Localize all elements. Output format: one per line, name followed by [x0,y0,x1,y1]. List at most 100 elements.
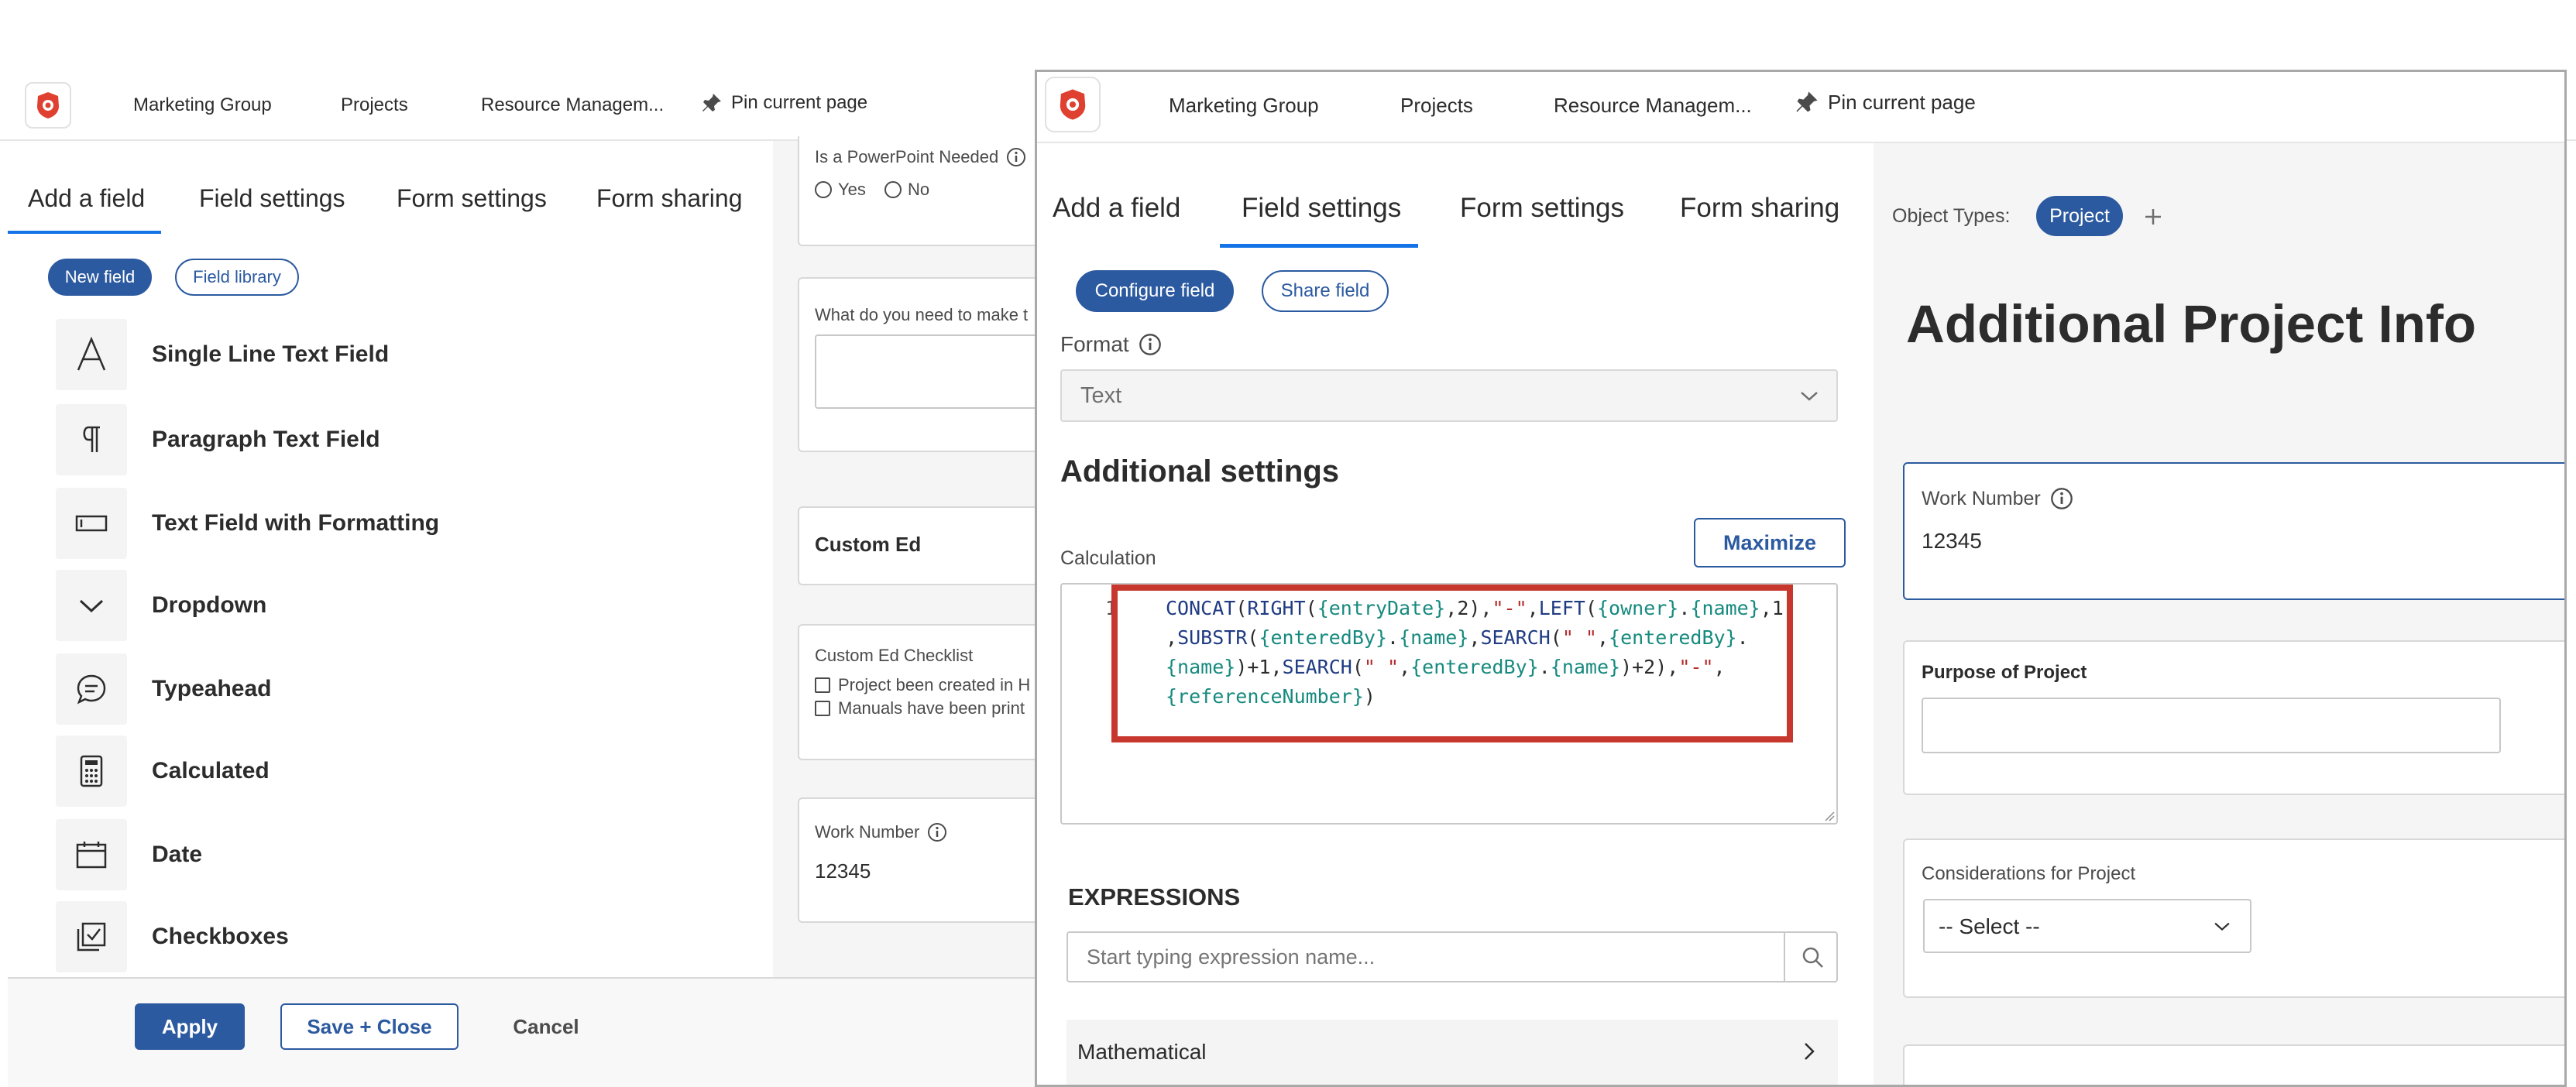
format-select[interactable]: Text [1060,369,1838,422]
chevron-right-icon [1805,1043,1815,1060]
radio-no[interactable]: No [884,180,929,200]
configure-field-button[interactable]: Configure field [1076,270,1234,312]
checklist-item-label: Project been created in H [838,675,1031,694]
pin-icon [1796,91,1818,112]
pin-current-page[interactable]: Pin current page [700,91,867,115]
pin-icon [702,94,721,111]
info-icon [928,823,947,842]
maximize-button[interactable]: Maximize [1694,518,1846,568]
format-label-row: Format [1060,332,1162,357]
considerations-label: Considerations for Project [1922,863,2136,884]
field-type-dropdown[interactable]: Dropdown [56,570,266,641]
tab-field-settings[interactable]: Field settings [1242,193,1401,224]
object-types-label: Object Types: [1892,205,2011,227]
tab-form-sharing[interactable]: Form sharing [1680,193,1839,224]
nav-resource-management[interactable]: Resource Managem... [481,94,664,116]
info-icon [1139,334,1161,355]
tab-form-sharing[interactable]: Form sharing [596,184,743,213]
what-do-you-need-input[interactable] [815,334,1063,409]
info-icon [2050,488,2073,509]
new-field-button[interactable]: New field [48,259,152,296]
active-tab-indicator [1220,244,1418,248]
nav-marketing-group[interactable]: Marketing Group [133,94,272,116]
field-type-label: Paragraph Text Field [152,427,380,452]
checklist-item[interactable]: Manuals have been print [815,698,1025,718]
search-icon[interactable] [1801,945,1826,970]
object-type-badge[interactable]: Project [2036,196,2123,236]
considerations-card: Considerations for Project -- Select -- [1903,838,2564,998]
work-number-card[interactable]: Work Number 12345 [1903,462,2564,600]
powerpoint-card[interactable]: Is a PowerPoint Needed Yes No [798,136,1046,246]
add-object-type-icon[interactable] [2143,207,2163,227]
pin-current-page[interactable]: Pin current page [1794,89,1976,115]
pin-current-page-label: Pin current page [731,92,868,113]
active-tab-indicator [8,231,161,234]
nav-projects[interactable]: Projects [1400,94,1473,118]
radio-no-label: No [908,180,930,199]
app-logo-icon [37,92,59,118]
field-library-button[interactable]: Field library [175,259,299,296]
highlight-box [1111,585,1793,742]
what-do-you-need-card: What do you need to make t [798,277,1063,452]
what-do-you-need-label: What do you need to make t [815,305,1029,324]
info-icon [1007,148,1026,166]
field-type-date[interactable]: Date [56,819,202,890]
field-type-calculated[interactable]: Calculated [56,736,270,807]
tab-add-a-field[interactable]: Add a field [1053,193,1180,224]
nav-projects[interactable]: Projects [341,94,408,116]
considerations-select[interactable]: -- Select -- [1923,899,2251,953]
work-number-label-row: Work Number [815,822,947,842]
purpose-input[interactable] [1922,698,2501,753]
format-select-value: Text [1080,383,1122,408]
format-label: Format [1060,332,1129,356]
field-type-typeahead[interactable]: Typeahead [56,653,272,725]
expressions-heading: EXPRESSIONS [1068,883,1241,910]
work-number-label-row: Work Number [1922,487,2073,510]
tab-form-settings[interactable]: Form settings [1460,193,1624,224]
apply-button[interactable]: Apply [135,1003,245,1050]
save-close-button[interactable]: Save + Close [280,1003,459,1050]
additional-settings-heading: Additional settings [1060,454,1339,489]
field-type-label: Date [152,842,203,867]
checklist-item-label: Manuals have been print [838,698,1025,718]
app-logo[interactable] [1045,77,1101,132]
field-type-label: Single Line Text Field [152,341,390,367]
custom-ed-heading: Custom Ed [815,533,922,556]
tab-form-settings[interactable]: Form settings [397,184,547,213]
chevron-down-icon [1801,392,1818,401]
resize-handle-icon[interactable] [1822,809,1835,821]
calculator-icon [56,736,127,807]
checkbox [815,677,830,693]
expression-search-input[interactable] [1068,933,1785,981]
field-type-paragraph[interactable]: Paragraph Text Field [56,404,380,475]
paragraph-icon [56,404,127,475]
next-field-card [1903,1044,2564,1085]
checkbox [815,701,830,716]
field-type-single-line[interactable]: Single Line Text Field [56,319,389,390]
field-type-text-formatting[interactable]: Text Field with Formatting [56,488,439,559]
checklist-card: Custom Ed Checklist Project been created… [798,624,1046,760]
tab-field-settings[interactable]: Field settings [199,184,345,213]
form-title[interactable]: Additional Project Info [1906,293,2476,355]
app-logo[interactable] [25,82,71,129]
checklist-item[interactable]: Project been created in H [815,675,1030,695]
calendar-icon [56,819,127,890]
expression-category-label: Mathematical [1077,1040,1207,1064]
work-number-card-background[interactable]: Work Number 12345 [798,797,1046,923]
work-number-label: Work Number [1922,487,2041,509]
field-type-label: Calculated [152,758,270,784]
expression-category-mathematical[interactable]: Mathematical [1066,1020,1838,1085]
nav-marketing-group[interactable]: Marketing Group [1169,94,1319,118]
tab-add-a-field[interactable]: Add a field [28,184,145,213]
share-field-button[interactable]: Share field [1262,270,1389,312]
expression-search[interactable] [1066,931,1838,982]
cancel-button[interactable]: Cancel [496,1003,596,1050]
pin-current-page-label: Pin current page [1828,90,1976,114]
radio-yes[interactable]: Yes [815,180,866,200]
field-type-checkboxes[interactable]: Checkboxes [56,901,289,972]
chevron-down-icon [56,570,127,641]
nav-resource-management[interactable]: Resource Managem... [1554,94,1752,118]
field-type-label: Text Field with Formatting [152,510,440,536]
radio-yes-label: Yes [838,180,866,199]
radio-circle [815,181,832,198]
